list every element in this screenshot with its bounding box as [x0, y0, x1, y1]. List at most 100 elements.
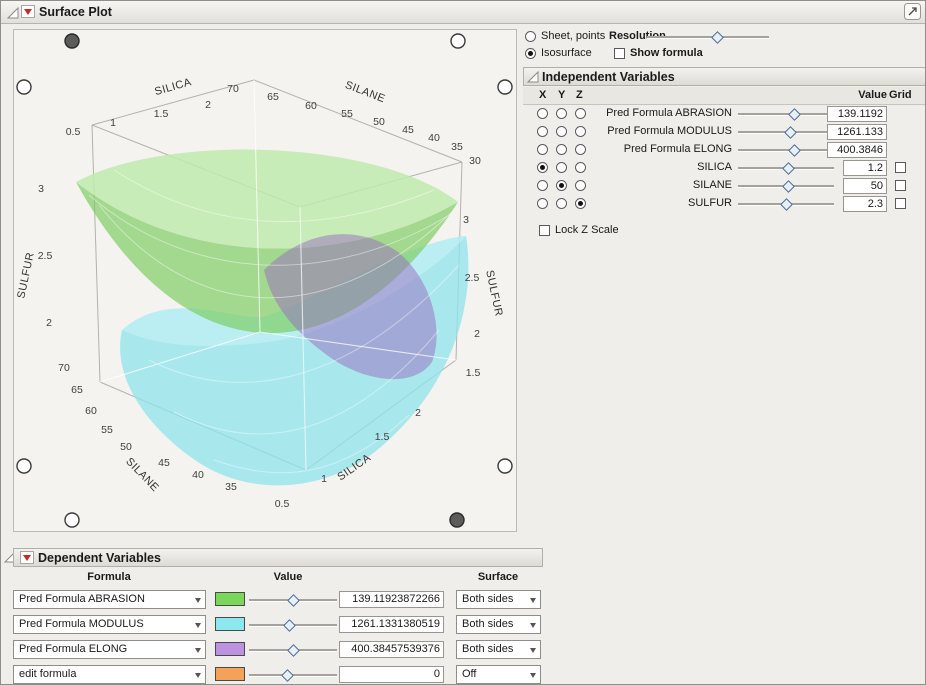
- window-titlebar: Surface Plot: [1, 1, 925, 24]
- column-header-formula: Formula: [13, 571, 205, 583]
- surface-mode-dropdown[interactable]: Both sides: [456, 640, 541, 659]
- slider-thumb[interactable]: [281, 669, 294, 682]
- show-formula-checkbox[interactable]: [614, 48, 625, 59]
- x-radio[interactable]: [537, 126, 548, 137]
- value-input[interactable]: 1261.1331380519: [339, 616, 444, 633]
- formula-dropdown[interactable]: edit formula: [13, 665, 206, 684]
- x-radio[interactable]: [537, 144, 548, 155]
- isosurface-radio[interactable]: [525, 48, 536, 59]
- variable-label: SILICA: [561, 161, 732, 173]
- silica-bottom-tick: 1: [321, 473, 327, 485]
- sulfur-left-tick: 2: [46, 317, 52, 329]
- slider-thumb[interactable]: [782, 180, 795, 193]
- sheet-points-radio[interactable]: [525, 31, 536, 42]
- silane-top-tick: 50: [373, 116, 385, 128]
- rotate-handle[interactable]: [498, 459, 512, 473]
- x-radio[interactable]: [537, 180, 548, 191]
- value-slider[interactable]: [738, 126, 834, 137]
- sulfur-left-tick: 3: [38, 183, 44, 195]
- x-radio[interactable]: [537, 108, 548, 119]
- dependent-variables-header[interactable]: Dependent Variables: [13, 548, 543, 567]
- rotate-handle[interactable]: [65, 34, 79, 48]
- silane-bottom-tick: 40: [192, 469, 204, 481]
- value-input[interactable]: 1.2: [843, 160, 887, 176]
- silane-bottom-tick: 50: [120, 441, 132, 453]
- column-header-z: Z: [576, 89, 583, 101]
- value-slider[interactable]: [249, 619, 337, 630]
- silica-top-tick: 2: [205, 99, 211, 111]
- rotate-handle[interactable]: [17, 80, 31, 94]
- surface-color-swatch[interactable]: [215, 667, 245, 681]
- value-slider[interactable]: [738, 144, 834, 155]
- column-header-y: Y: [558, 89, 565, 101]
- value-input[interactable]: 139.11923872266: [339, 591, 444, 608]
- value-input[interactable]: 400.38457539376: [339, 641, 444, 658]
- silica-bottom-tick: 0.5: [275, 498, 290, 510]
- value-input[interactable]: 2.3: [843, 196, 887, 212]
- grid-checkbox[interactable]: [895, 198, 906, 209]
- variable-label: SILANE: [561, 179, 732, 191]
- rotate-handle[interactable]: [450, 513, 464, 527]
- disclosure-icon[interactable]: [7, 7, 19, 19]
- grid-checkbox[interactable]: [895, 180, 906, 191]
- surface-color-swatch[interactable]: [215, 592, 245, 606]
- silane-bottom-tick: 35: [225, 481, 237, 493]
- column-header-x: X: [539, 89, 546, 101]
- journal-popout-icon[interactable]: [904, 3, 921, 23]
- surface-color-swatch[interactable]: [215, 642, 245, 656]
- silane-top-tick: 65: [267, 91, 279, 103]
- value-slider[interactable]: [738, 180, 834, 191]
- sulfur-right-axis-title: SULFUR: [483, 269, 505, 317]
- silica-bottom-tick: 2: [415, 407, 421, 419]
- formula-dropdown[interactable]: Pred Formula ELONG: [13, 640, 206, 659]
- slider-thumb[interactable]: [287, 644, 300, 657]
- x-radio[interactable]: [537, 162, 548, 173]
- column-header-value: Value: [238, 571, 338, 583]
- lock-z-scale-checkbox[interactable]: [539, 225, 550, 236]
- silane-bottom-tick: 45: [158, 457, 170, 469]
- value-input[interactable]: 0: [339, 666, 444, 683]
- value-slider[interactable]: [738, 162, 834, 173]
- formula-dropdown[interactable]: Pred Formula ABRASION: [13, 590, 206, 609]
- slider-thumb[interactable]: [780, 198, 793, 211]
- x-radio[interactable]: [537, 198, 548, 209]
- surface-mode-dropdown[interactable]: Both sides: [456, 590, 541, 609]
- surface-plot-canvas[interactable]: 0.5 1 1.5 2 SILICA 70 65 60 55 50 45 40 …: [13, 29, 517, 532]
- value-input[interactable]: 1261.133: [827, 124, 887, 140]
- value-slider[interactable]: [738, 108, 834, 119]
- disclosure-icon[interactable]: [527, 71, 539, 83]
- silane-bottom-tick: 65: [71, 384, 83, 396]
- red-triangle-menu-icon[interactable]: [21, 5, 35, 18]
- slider-thumb[interactable]: [711, 31, 724, 44]
- slider-thumb[interactable]: [784, 126, 797, 139]
- value-slider[interactable]: [738, 198, 834, 209]
- value-input[interactable]: 400.3846: [827, 142, 887, 158]
- slider-thumb[interactable]: [788, 108, 801, 121]
- surface-mode-dropdown[interactable]: Off: [456, 665, 541, 684]
- rotate-handle[interactable]: [17, 459, 31, 473]
- value-input[interactable]: 139.1192: [827, 106, 887, 122]
- grid-checkbox[interactable]: [895, 162, 906, 173]
- silane-top-tick: 60: [305, 100, 317, 112]
- value-input[interactable]: 50: [843, 178, 887, 194]
- independent-variables-header[interactable]: Independent Variables: [523, 67, 926, 86]
- surface-mode-dropdown[interactable]: Both sides: [456, 615, 541, 634]
- silane-bottom-tick: 70: [58, 362, 70, 374]
- silica-top-axis-title: SILICA: [153, 76, 193, 98]
- rotate-handle[interactable]: [451, 34, 465, 48]
- value-slider[interactable]: [249, 594, 337, 605]
- resolution-slider[interactable]: [647, 31, 769, 42]
- silane-bottom-tick: 60: [85, 405, 97, 417]
- rotate-handle[interactable]: [498, 80, 512, 94]
- value-slider[interactable]: [249, 669, 337, 680]
- formula-dropdown[interactable]: Pred Formula MODULUS: [13, 615, 206, 634]
- slider-groove: [738, 149, 834, 152]
- red-triangle-menu-icon[interactable]: [20, 551, 34, 564]
- rotate-handle[interactable]: [65, 513, 79, 527]
- slider-thumb[interactable]: [782, 162, 795, 175]
- surface-color-swatch[interactable]: [215, 617, 245, 631]
- slider-thumb[interactable]: [283, 619, 296, 632]
- slider-thumb[interactable]: [788, 144, 801, 157]
- value-slider[interactable]: [249, 644, 337, 655]
- slider-thumb[interactable]: [287, 594, 300, 607]
